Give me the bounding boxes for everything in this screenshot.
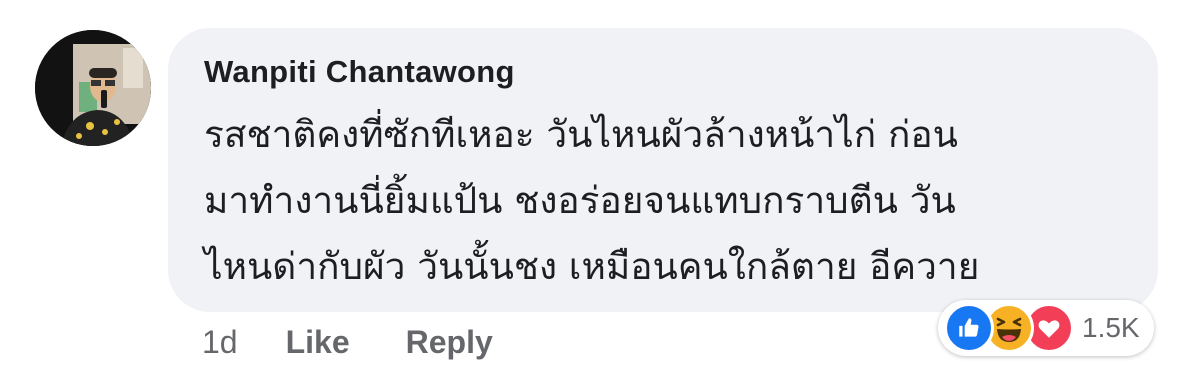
comment-bubble: Wanpiti Chantawong รสชาติคงที่ซักทีเหอะ … [168, 28, 1158, 312]
comment-author[interactable]: Wanpiti Chantawong [204, 52, 1128, 92]
reply-button[interactable]: Reply [406, 318, 493, 366]
avatar-photo [35, 30, 151, 146]
comment-text-line: รสชาติคงที่ซักทีเหอะ วันไหนผัวล้างหน้าไก… [204, 113, 958, 156]
avatar[interactable] [35, 30, 151, 146]
like-icon [944, 303, 994, 353]
comment-text: รสชาติคงที่ซักทีเหอะ วันไหนผัวล้างหน้าไก… [204, 102, 1134, 300]
comment-text-line: มาทำงานนี่ยิ้มแป้น ชงอร่อยจนแทบกราบตีน ว… [204, 179, 956, 222]
reactions-summary[interactable]: 1.5K [938, 300, 1154, 356]
like-button[interactable]: Like [286, 318, 350, 366]
comment-text-line: ไหนด่ากับผัว วันนั้นชง เหมือนคนใกล้ตาย อ… [204, 245, 980, 288]
reaction-count: 1.5K [1082, 312, 1140, 343]
comment-timestamp[interactable]: 1d [202, 318, 238, 366]
comment-actions: 1d Like Reply [202, 318, 493, 366]
comment: Wanpiti Chantawong รสชาติคงที่ซักทีเหอะ … [0, 0, 1200, 370]
